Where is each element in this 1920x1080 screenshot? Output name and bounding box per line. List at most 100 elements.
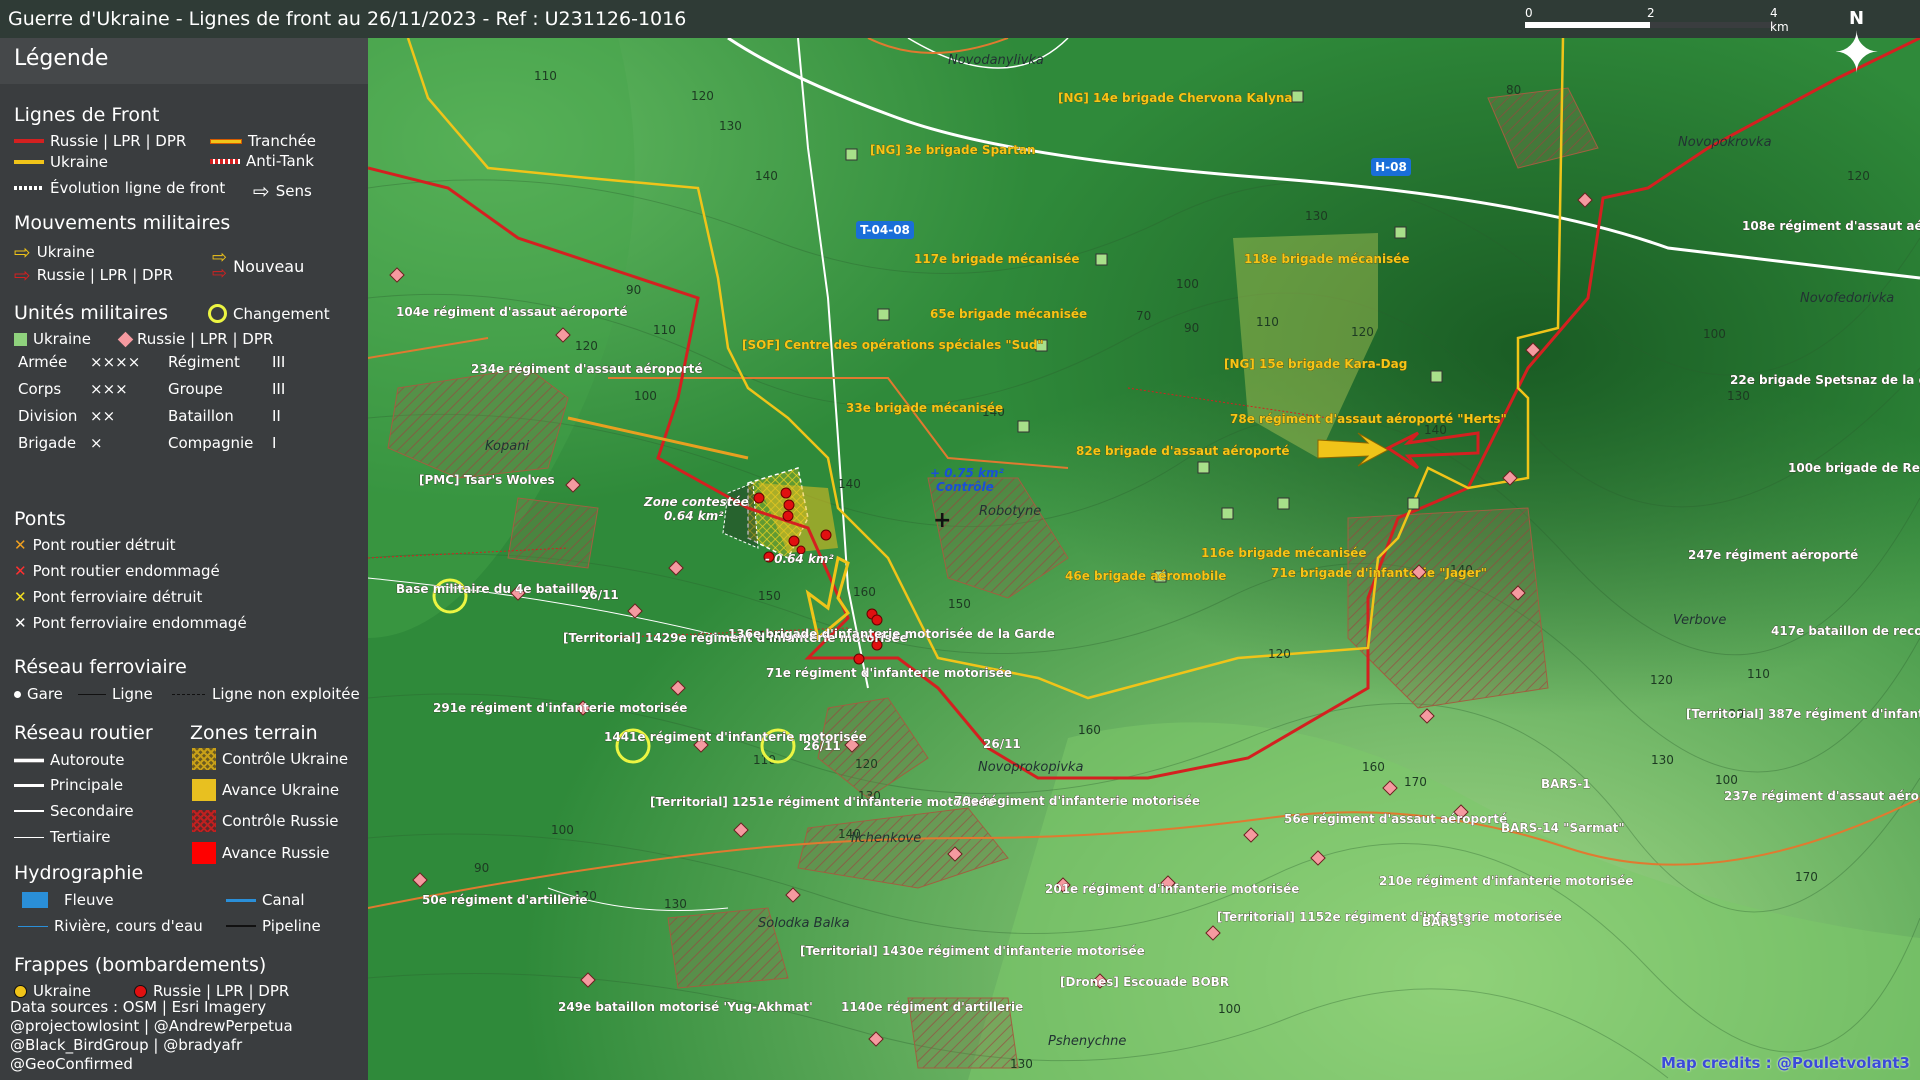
svg-text:291e régiment d'infanterie mot: 291e régiment d'infanterie motorisée	[433, 701, 687, 715]
svg-text:136e brigade d'infanterie moto: 136e brigade d'infanterie motorisée de l…	[728, 627, 1055, 641]
svg-text:Robotyne: Robotyne	[979, 504, 1041, 519]
legend-road-3: Tertiaire	[14, 828, 110, 846]
red-line-icon	[14, 139, 44, 143]
legend-bridge-0: ✕ Pont routier détruit	[14, 536, 176, 554]
svg-text:140: 140	[838, 477, 861, 491]
legend-rail-line: Ligne	[78, 685, 153, 703]
svg-text:46e brigade aéromobile: 46e brigade aéromobile	[1065, 569, 1226, 583]
legend-echelon-1: III	[272, 380, 286, 398]
svg-text:247e régiment aéroporté: 247e régiment aéroporté	[1688, 548, 1858, 562]
svg-text:100: 100	[551, 823, 574, 837]
legend-road-1: Principale	[14, 776, 123, 794]
legend-hydro-stream: Rivière, cours d'eau	[18, 917, 203, 935]
svg-text:78e régiment d'assaut aéroport: 78e régiment d'assaut aéroporté "Herts"	[1230, 412, 1507, 426]
svg-text:140: 140	[755, 169, 778, 183]
tertiary-road-icon	[14, 836, 44, 838]
svg-text:BARS-1: BARS-1	[1541, 777, 1591, 791]
svg-text:110: 110	[653, 323, 676, 337]
legend-bridges-title: Ponts	[14, 508, 66, 530]
svg-text:Novofedorivka: Novofedorivka	[1800, 291, 1894, 306]
svg-text:120: 120	[1351, 325, 1374, 339]
green-square-icon	[14, 332, 27, 346]
svg-text:Zone contestée: Zone contestée	[643, 495, 749, 509]
map-canvas[interactable]: T-04-08 H-08 Novodanylivka Novopokrovka …	[368, 38, 1920, 1080]
rail-line-icon	[78, 693, 106, 695]
ua-advance-swatch	[192, 779, 216, 801]
svg-text:150: 150	[948, 597, 971, 611]
legend-rail-station: Gare	[14, 685, 63, 703]
svg-text:130: 130	[1651, 753, 1674, 767]
legend-bridge-2: ✕ Pont ferroviaire détruit	[14, 588, 203, 606]
svg-text:120: 120	[1650, 673, 1673, 687]
svg-text:100: 100	[1176, 277, 1199, 291]
svg-text:Contrôle: Contrôle	[936, 480, 994, 494]
legend-front-trench: Tranchée	[210, 132, 316, 150]
road-label-h08: H-08	[1371, 158, 1411, 176]
svg-text:70e régiment d'infanterie moto: 70e régiment d'infanterie motorisée	[954, 794, 1200, 808]
main-road-icon	[14, 783, 44, 787]
svg-text:[Territorial] 1251e régiment d: [Territorial] 1251e régiment d'infanteri…	[650, 795, 995, 809]
svg-text:150: 150	[758, 589, 781, 603]
red-arrow-icon: ⇨	[14, 263, 31, 287]
legend-hydro-title: Hydrographie	[14, 862, 144, 884]
red-x-icon: ✕	[14, 562, 27, 580]
circle-icon	[208, 304, 227, 323]
svg-text:120: 120	[855, 757, 878, 771]
svg-text:[Territorial] 387e régiment d': [Territorial] 387e régiment d'infanterie…	[1686, 707, 1920, 721]
station-dot-icon	[14, 690, 21, 698]
svg-text:201e régiment d'infanterie mot: 201e régiment d'infanterie motorisée	[1045, 882, 1299, 896]
river-swatch	[22, 892, 48, 908]
yellow-line-icon	[14, 160, 44, 164]
svg-text:237e régiment d'assaut aéropor: 237e régiment d'assaut aéroporté	[1724, 789, 1920, 803]
cross-marker-icon: +	[933, 508, 951, 533]
legend-echelon-3: I	[272, 434, 277, 452]
svg-text:71e régiment d'infanterie moto: 71e régiment d'infanterie motorisée	[766, 666, 1012, 680]
legend-rail-title: Réseau ferroviaire	[14, 656, 187, 678]
svg-text:130: 130	[664, 897, 687, 911]
legend-front-sens: ⇨ Sens	[253, 179, 312, 203]
legend-echelon-0: Régiment	[168, 353, 240, 371]
antitank-line-icon	[210, 158, 240, 164]
legend-echelon-2: II	[272, 407, 281, 425]
legend-hydro-canal: Canal	[226, 891, 305, 909]
svg-text:110: 110	[1256, 315, 1279, 329]
svg-text:170: 170	[1795, 870, 1818, 884]
arrow-right-icon: ⇨	[253, 179, 270, 203]
svg-text:+ 0.75 km²: + 0.75 km²	[930, 466, 1005, 480]
svg-text:100e brigade de Reconnaissance: 100e brigade de Reconnaissance	[1788, 461, 1920, 475]
legend-front-ukraine: Ukraine	[14, 153, 108, 171]
svg-text:90: 90	[1184, 321, 1199, 335]
svg-text:80: 80	[1506, 83, 1521, 97]
svg-text:82e brigade d'assaut aéroporté: 82e brigade d'assaut aéroporté	[1076, 444, 1289, 458]
stream-line-icon	[18, 925, 48, 927]
svg-text:100: 100	[1703, 327, 1726, 341]
white-x-icon: ✕	[14, 614, 27, 632]
legend-front-antitank: Anti-Tank	[210, 152, 314, 170]
legend-zone-1: Avance Ukraine	[192, 779, 339, 801]
legend-echelon-3: ×	[90, 434, 103, 452]
legend-road-title: Réseau routier	[14, 722, 153, 744]
legend-echelon-3: Brigade	[18, 434, 77, 452]
yellow-x-icon: ✕	[14, 588, 27, 606]
legend-echelon-0: ××××	[90, 353, 141, 371]
data-credits: Data sources : OSM | Esri Imagery @proje…	[10, 998, 293, 1073]
svg-text:100: 100	[634, 389, 657, 403]
svg-text:[Territorial] 1430e régiment d: [Territorial] 1430e régiment d'infanteri…	[800, 944, 1145, 958]
legend-zone-3: Avance Russie	[192, 842, 329, 864]
pink-diamond-icon	[117, 331, 134, 347]
scale-bar: 0 2 4 km	[1525, 6, 1789, 34]
legend-echelon-1: Corps	[18, 380, 62, 398]
svg-text:[PMC] Tsar's Wolves: [PMC] Tsar's Wolves	[419, 473, 555, 487]
svg-text:[NG] 14e brigade Chervona Kaly: [NG] 14e brigade Chervona Kalyna	[1058, 91, 1293, 105]
north-arrow-icon: N ✦	[1833, 8, 1880, 86]
ru-control-swatch	[192, 810, 216, 832]
legend-echelon-0: Armée	[18, 353, 68, 371]
svg-text:[SOF] Centre des opérations sp: [SOF] Centre des opérations spéciales "S…	[742, 338, 1044, 352]
svg-text:[NG] 15e brigade Kara-Dag: [NG] 15e brigade Kara-Dag	[1224, 357, 1407, 371]
legend-zones-title: Zones terrain	[190, 722, 318, 744]
svg-text:160: 160	[1362, 760, 1385, 774]
svg-text:Kopani: Kopani	[485, 439, 529, 454]
svg-text:71e brigade d'infanterie "Jage: 71e brigade d'infanterie "Jager"	[1271, 566, 1487, 580]
svg-text:0.64 km²: 0.64 km²	[664, 509, 724, 523]
svg-text:130: 130	[1010, 1057, 1033, 1071]
